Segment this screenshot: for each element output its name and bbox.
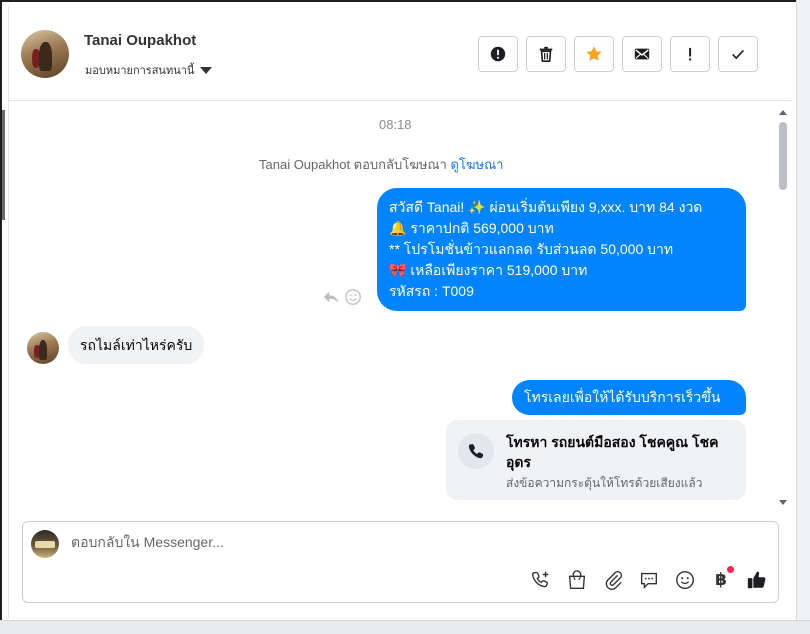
check-icon bbox=[732, 49, 744, 60]
emoji-react-icon[interactable] bbox=[344, 288, 362, 306]
emoji-icon bbox=[676, 571, 694, 589]
call-card-title: โทรหา รถยนต์มือสอง โชคคูณ โชค อุดร bbox=[506, 434, 719, 470]
message-line: 🔔 ราคาปกติ 569,000 บาท bbox=[389, 220, 554, 236]
outgoing-message-call-prompt[interactable]: โทรเลยเพื่อให้ได้รับบริการเร็วขึ้น bbox=[512, 380, 746, 415]
outer-scroll-gutter bbox=[796, 0, 810, 634]
alert-circle-icon bbox=[490, 46, 506, 62]
payment-button[interactable]: ฿ bbox=[708, 566, 734, 592]
call-card-subtitle: ส่งข้อความกระตุ้นให้โทรด้วยเสียงแล้ว bbox=[506, 476, 703, 490]
reply-composer: ฿ bbox=[22, 521, 779, 603]
message-line: 🎀 เหลือเพียงราคา 519,000 บาท bbox=[389, 262, 588, 278]
composer-tools: ฿ bbox=[528, 566, 770, 592]
scroll-down-arrow-icon[interactable] bbox=[779, 500, 787, 505]
left-edge-strip bbox=[2, 110, 5, 220]
message-scrollbar[interactable] bbox=[777, 110, 789, 510]
chat-bubble-icon bbox=[640, 572, 658, 589]
spam-button[interactable] bbox=[478, 36, 518, 72]
notification-dot bbox=[727, 566, 734, 573]
ad-reply-text: Tanai Oupakhot ตอบกลับโฆษณา bbox=[259, 157, 447, 172]
shop-button[interactable] bbox=[564, 568, 590, 592]
saved-replies-button[interactable] bbox=[636, 568, 662, 592]
shopping-bag-icon bbox=[568, 570, 586, 589]
phone-add-icon bbox=[532, 571, 549, 588]
exclamation-icon bbox=[688, 47, 692, 61]
conversation-panel: Tanai Oupakhot มอบหมายการสนทนานี้ 08:18 … bbox=[8, 6, 791, 618]
assign-label: มอบหมายการสนทนานี้ bbox=[85, 65, 195, 77]
outgoing-message-promo[interactable]: สวัสดี Tanai! ✨ ผ่อนเริ่มต้นเพียง 9,xxx.… bbox=[377, 188, 746, 311]
attach-button[interactable] bbox=[600, 568, 626, 592]
contact-name[interactable]: Tanai Oupakhot bbox=[84, 32, 196, 49]
done-button[interactable] bbox=[718, 36, 758, 72]
ad-reply-note: Tanai Oupakhot ตอบกลับโฆษณา ดูโฆษณา bbox=[259, 154, 503, 175]
sender-avatar bbox=[27, 332, 59, 364]
call-card[interactable]: โทรหา รถยนต์มือสอง โชคคูณ โชค อุดร ส่งข้… bbox=[446, 420, 746, 500]
caret-down-icon bbox=[200, 66, 213, 74]
view-ad-link[interactable]: ดูโฆษณา bbox=[450, 157, 503, 172]
mark-unread-button[interactable] bbox=[622, 36, 662, 72]
message-list[interactable]: 08:18 Tanai Oupakhot ตอบกลับโฆษณา ดูโฆษณ… bbox=[9, 102, 791, 510]
bottom-edge bbox=[0, 620, 810, 634]
assign-conversation-dropdown[interactable]: มอบหมายการสนทนานี้ bbox=[85, 61, 213, 79]
call-button[interactable] bbox=[528, 568, 554, 592]
delete-button[interactable] bbox=[526, 36, 566, 72]
message-line: สวัสดี Tanai! ✨ ผ่อนเริ่มต้นเพียง 9,xxx.… bbox=[389, 199, 703, 215]
thumbs-up-icon bbox=[747, 571, 766, 589]
conversation-header: Tanai Oupakhot มอบหมายการสนทนานี้ bbox=[9, 6, 791, 101]
envelope-icon bbox=[634, 48, 650, 60]
message-line: ** โปรโมชั่นข้าวแลกลด รับส่วนลด 50,000 บ… bbox=[389, 241, 674, 257]
message-timestamp: 08:18 bbox=[379, 117, 412, 132]
baht-icon: ฿ bbox=[715, 570, 727, 589]
incoming-message[interactable]: รถไมล์เท่าไหร่ครับ bbox=[68, 326, 205, 364]
follow-up-button[interactable] bbox=[670, 36, 710, 72]
trash-icon bbox=[539, 46, 553, 63]
page-avatar bbox=[31, 530, 59, 558]
paperclip-icon bbox=[605, 571, 622, 590]
emoji-button[interactable] bbox=[672, 568, 698, 592]
reply-input[interactable] bbox=[71, 534, 471, 550]
phone-icon bbox=[458, 433, 494, 469]
reply-icon[interactable] bbox=[322, 288, 340, 306]
star-icon bbox=[586, 46, 602, 61]
header-actions bbox=[478, 36, 758, 72]
message-line: รหัสรถ : T009 bbox=[389, 283, 474, 299]
message-tools bbox=[322, 288, 362, 306]
scroll-up-arrow-icon[interactable] bbox=[779, 110, 787, 115]
star-button[interactable] bbox=[574, 36, 614, 72]
like-button[interactable] bbox=[744, 568, 770, 592]
scrollbar-thumb[interactable] bbox=[779, 122, 787, 190]
contact-avatar[interactable] bbox=[21, 30, 69, 78]
